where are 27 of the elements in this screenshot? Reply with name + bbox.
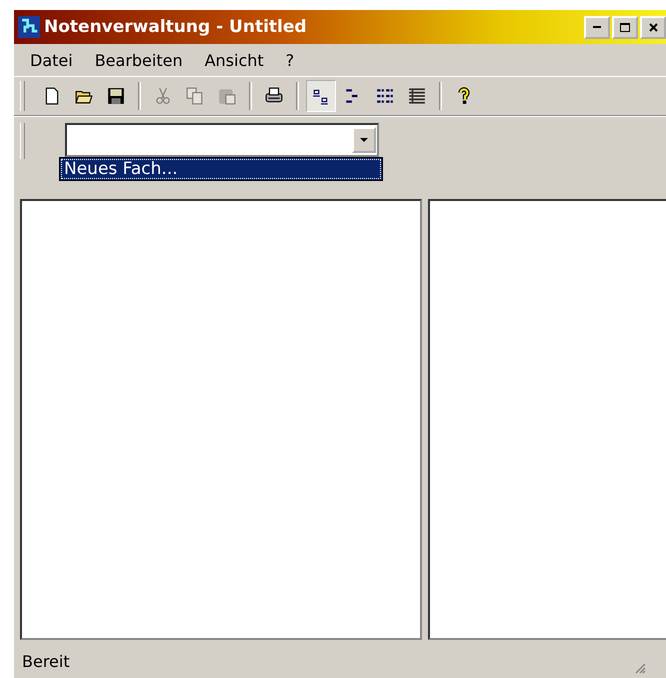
app-icon [18, 16, 40, 38]
copy-icon [186, 87, 204, 105]
scissors-icon [154, 87, 172, 105]
close-icon [648, 22, 658, 32]
resize-grip-icon [634, 662, 646, 674]
dropdown-field[interactable] [65, 123, 379, 157]
details-view-icon [408, 87, 426, 105]
menu-item[interactable]: Datei [30, 50, 73, 70]
list-view-icon [376, 87, 394, 105]
status-text: Bereit [22, 652, 70, 670]
toolbar-button[interactable] [306, 80, 336, 112]
minimize-icon [593, 26, 601, 28]
caret-icon [360, 138, 368, 142]
menu-item[interactable]: Bearbeiten [94, 50, 183, 70]
clipboard-icon [218, 87, 236, 105]
menu-item[interactable]: ? [286, 50, 294, 70]
page-icon [43, 87, 61, 105]
dropdown-option[interactable]: Neues Fach... [60, 158, 382, 180]
maximize-icon [620, 22, 630, 32]
dropdown-button[interactable] [352, 127, 376, 153]
minimize-button[interactable] [584, 16, 610, 38]
close-button[interactable] [640, 16, 666, 38]
large-icons-icon [312, 87, 330, 105]
maximize-button[interactable] [612, 16, 638, 38]
window-title: Notenverwaltung - Untitled [44, 17, 308, 37]
printer-icon [265, 87, 283, 105]
menu-item[interactable]: Ansicht [204, 50, 264, 70]
